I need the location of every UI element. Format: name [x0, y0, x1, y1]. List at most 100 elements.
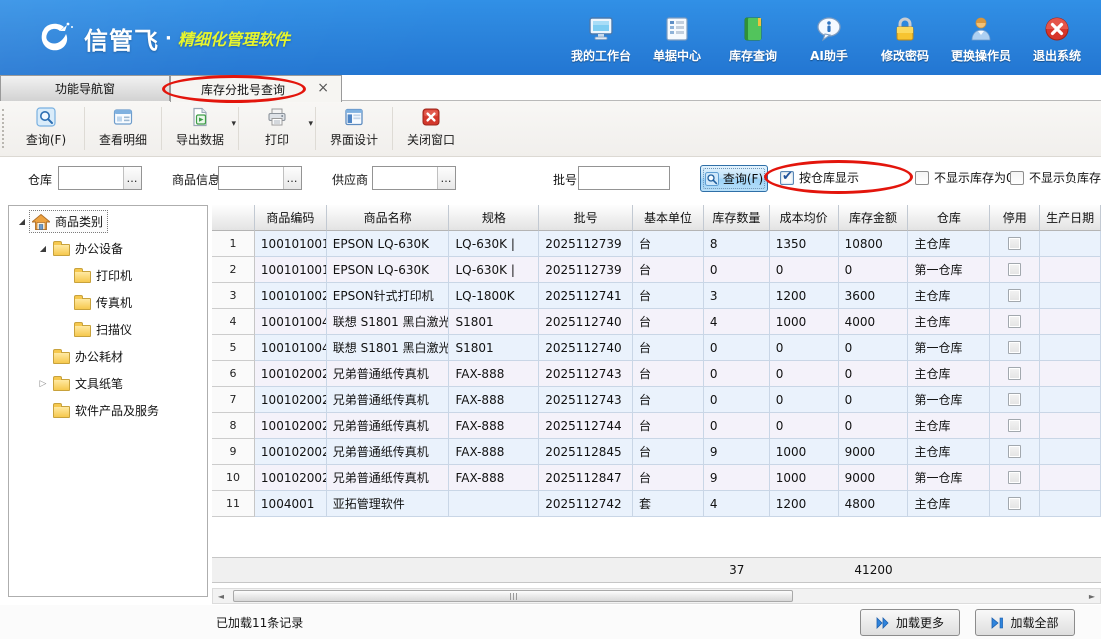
horizontal-scrollbar[interactable]: ◄ ► — [212, 588, 1101, 604]
column-header[interactable]: 成本均价 — [770, 205, 839, 231]
table-row[interactable]: 4100101004联想 S1801 黑白激光S18012025112740台4… — [212, 309, 1101, 335]
view-detail-button[interactable]: 查看明细 — [91, 101, 155, 156]
table-row[interactable]: 111004001亚拓管理软件2025112742套412004800主仓库 — [212, 491, 1101, 517]
column-header[interactable]: 批号 — [539, 205, 633, 231]
table-row[interactable]: 3100101002EPSON针式打印机LQ-1800K2025112741台3… — [212, 283, 1101, 309]
ui-design-button[interactable]: 界面设计 — [322, 101, 386, 156]
summary-empty-cell — [770, 558, 839, 582]
tree-node-box: 软件产品及服务 — [50, 399, 164, 422]
row-number-cell: 6 — [212, 361, 255, 387]
disabled-checkbox-icon[interactable] — [1008, 367, 1021, 380]
tab-batch-inventory-query[interactable]: 库存分批号查询 × — [170, 75, 342, 102]
warehouse-filter-input[interactable]: … — [58, 166, 142, 190]
cell-production-date — [1040, 309, 1101, 335]
column-header[interactable]: 规格 — [449, 205, 539, 231]
column-header[interactable]: 商品名称 — [327, 205, 450, 231]
scroll-right-icon[interactable]: ► — [1084, 589, 1100, 603]
switch-operator-button[interactable]: 更换操作员 — [943, 14, 1019, 64]
disabled-checkbox-icon[interactable] — [1008, 471, 1021, 484]
tree-node-root[interactable]: ◢商品类别 — [9, 208, 207, 235]
hide-zero-stock-checkbox[interactable]: 不显示库存为0 — [915, 169, 1014, 186]
change-password-button[interactable]: 修改密码 — [867, 14, 943, 64]
checkbox-icon[interactable] — [915, 171, 929, 185]
table-row[interactable]: 10100102002兄弟普通纸传真机FAX-8882025112847台910… — [212, 465, 1101, 491]
disabled-checkbox-icon[interactable] — [1008, 393, 1021, 406]
scroll-left-icon[interactable]: ◄ — [213, 589, 229, 603]
checkbox-icon[interactable] — [1010, 171, 1024, 185]
cell-cost: 1000 — [770, 309, 839, 335]
close-window-button[interactable]: 关闭窗口 — [399, 101, 463, 156]
column-header[interactable]: 生产日期 — [1040, 205, 1101, 231]
load-all-label: 加载全部 — [1010, 614, 1058, 631]
export-icon — [190, 106, 210, 128]
table-row[interactable]: 7100102002兄弟普通纸传真机FAX-8882025112743台000第… — [212, 387, 1101, 413]
product-filter-input[interactable]: … — [218, 166, 302, 190]
column-header[interactable]: 仓库 — [908, 205, 990, 231]
column-header[interactable]: 停用 — [990, 205, 1040, 231]
supplier-picker-button[interactable]: … — [437, 167, 455, 189]
cell-name: EPSON针式打印机 — [327, 283, 450, 309]
loaded-records-text: 已加载11条记录 — [216, 614, 303, 631]
row-number-cell: 8 — [212, 413, 255, 439]
query-button[interactable]: 查询(F) — [700, 165, 768, 192]
load-all-button[interactable]: 加载全部 — [975, 609, 1075, 636]
disabled-checkbox-icon[interactable] — [1008, 341, 1021, 354]
cell-spec: FAX-888 — [449, 413, 539, 439]
table-row[interactable]: 9100102002兄弟普通纸传真机FAX-8882025112845台9100… — [212, 439, 1101, 465]
ui-design-label: 界面设计 — [330, 131, 378, 148]
column-header[interactable]: 库存数量 — [704, 205, 770, 231]
cell-warehouse: 第一仓库 — [908, 387, 990, 413]
query-toolbar-button[interactable]: 查询(F) — [14, 101, 78, 156]
exit-system-button[interactable]: 退出系统 — [1019, 14, 1095, 64]
checkbox-icon[interactable] — [780, 171, 794, 185]
inventory-query-button[interactable]: 库存查询 — [715, 14, 791, 64]
cell-code: 100102002 — [255, 439, 327, 465]
column-header[interactable]: 库存金额 — [839, 205, 909, 231]
disabled-checkbox-icon[interactable] — [1008, 445, 1021, 458]
table-row[interactable]: 1100101001EPSON LQ-630KLQ-630K |20251127… — [212, 231, 1101, 257]
disabled-checkbox-icon[interactable] — [1008, 263, 1021, 276]
warehouse-picker-button[interactable]: … — [123, 167, 141, 189]
toolbar-separator — [315, 107, 316, 150]
disabled-checkbox-icon[interactable] — [1008, 315, 1021, 328]
tree-expander-icon[interactable]: ◢ — [15, 217, 29, 226]
cell-cost: 1000 — [770, 439, 839, 465]
tree-expander-icon[interactable]: ◢ — [36, 244, 50, 253]
ai-assistant-button[interactable]: AI助手 — [791, 14, 867, 64]
column-header[interactable]: 商品编码 — [255, 205, 327, 231]
table-row[interactable]: 8100102002兄弟普通纸传真机FAX-8882025112744台000主… — [212, 413, 1101, 439]
load-more-button[interactable]: 加载更多 — [860, 609, 960, 636]
table-row[interactable]: 5100101004联想 S1801 黑白激光S18012025112740台0… — [212, 335, 1101, 361]
column-header[interactable]: 基本单位 — [633, 205, 704, 231]
tree-node-category[interactable]: ▷文具纸笔 — [9, 370, 207, 397]
export-data-button[interactable]: 导出数据 — [168, 101, 232, 156]
disabled-checkbox-icon[interactable] — [1008, 237, 1021, 250]
scrollbar-track[interactable] — [229, 589, 1084, 603]
disabled-checkbox-icon[interactable] — [1008, 289, 1021, 302]
summary-empty-cell — [255, 558, 327, 582]
tab-function-nav[interactable]: 功能导航窗 — [0, 75, 170, 101]
tree-node-category[interactable]: 软件产品及服务 — [9, 397, 207, 424]
disabled-checkbox-icon[interactable] — [1008, 419, 1021, 432]
disabled-checkbox-icon[interactable] — [1008, 497, 1021, 510]
table-row[interactable]: 6100102002兄弟普通纸传真机FAX-8882025112743台000主… — [212, 361, 1101, 387]
workbench-button[interactable]: 我的工作台 — [563, 14, 639, 64]
print-button[interactable]: 打印 — [245, 101, 309, 156]
tree-node-category[interactable]: 打印机 — [9, 262, 207, 289]
tree-node-category[interactable]: ◢办公设备 — [9, 235, 207, 262]
cell-unit: 台 — [633, 387, 704, 413]
tree-node-category[interactable]: 办公耗材 — [9, 343, 207, 370]
show-by-warehouse-checkbox[interactable]: 按仓库显示 — [780, 169, 859, 186]
tree-expander-icon[interactable]: ▷ — [36, 379, 50, 389]
table-row[interactable]: 2100101001EPSON LQ-630KLQ-630K |20251127… — [212, 257, 1101, 283]
scrollbar-thumb[interactable] — [233, 590, 793, 602]
tree-node-category[interactable]: 传真机 — [9, 289, 207, 316]
document-center-button[interactable]: 单据中心 — [639, 14, 715, 64]
product-picker-button[interactable]: … — [283, 167, 301, 189]
batch-filter-input[interactable] — [578, 166, 670, 190]
cell-spec — [449, 491, 539, 517]
tab-close-icon[interactable]: × — [317, 80, 329, 96]
supplier-filter-input[interactable]: … — [372, 166, 456, 190]
hide-negative-stock-checkbox[interactable]: 不显示负库存 — [1010, 169, 1101, 186]
tree-node-category[interactable]: 扫描仪 — [9, 316, 207, 343]
